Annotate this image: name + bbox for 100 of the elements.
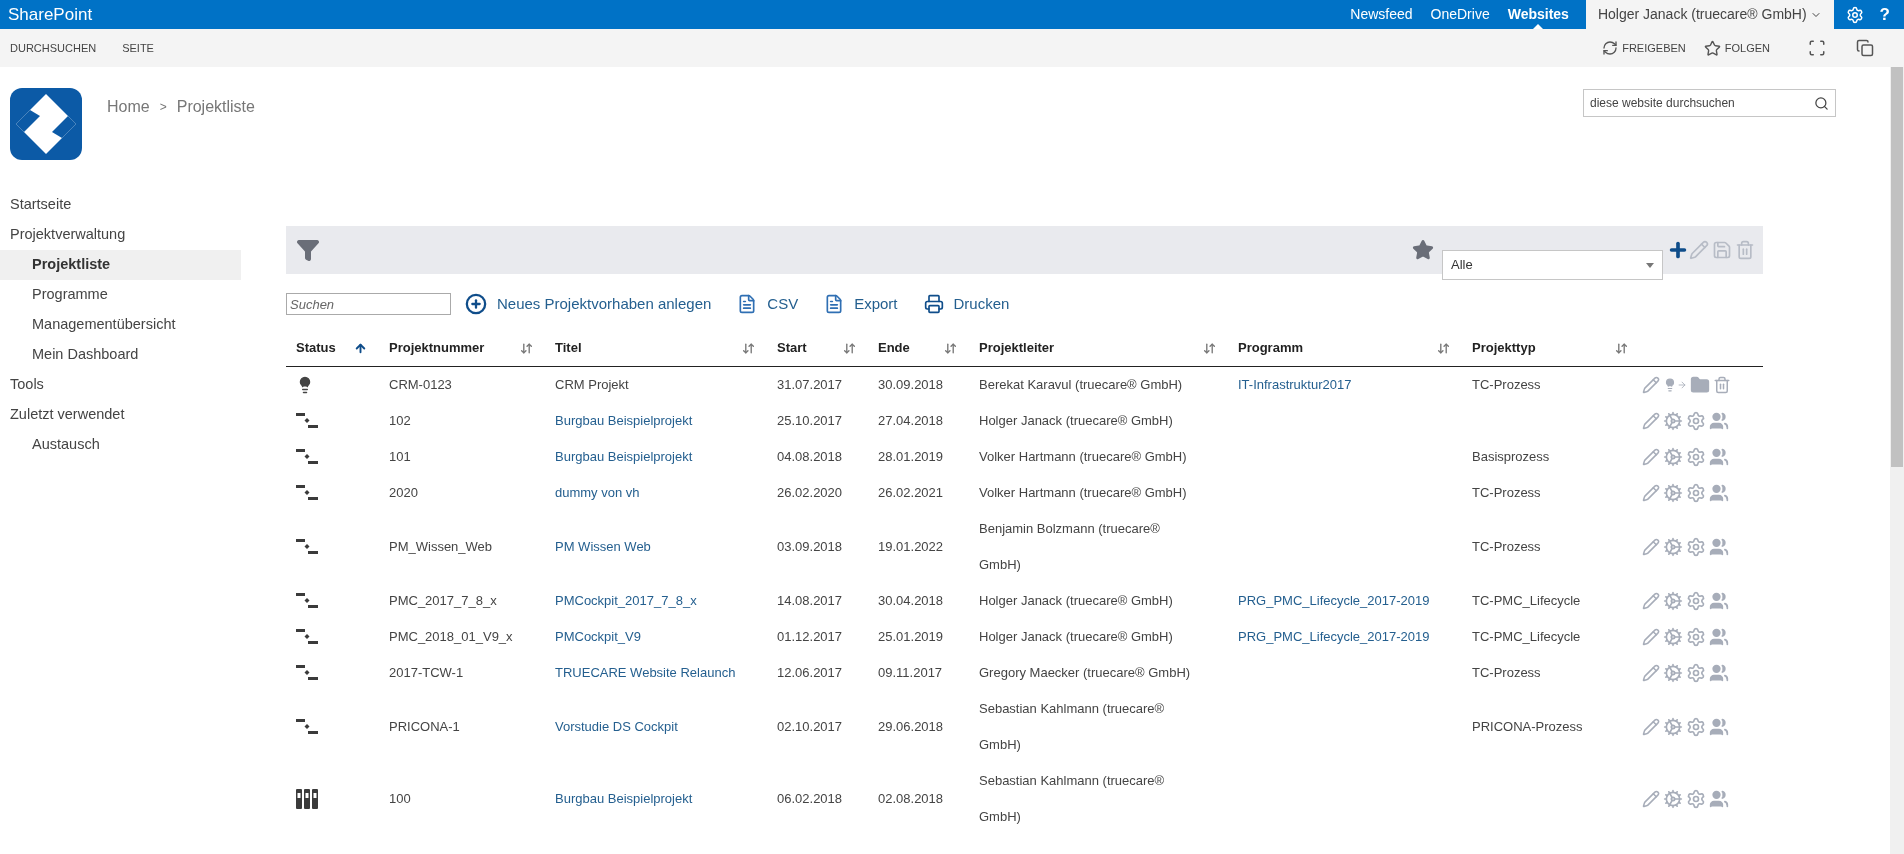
breadcrumb-link[interactable]: Home xyxy=(107,95,150,119)
site-logo[interactable] xyxy=(10,88,82,160)
gear-icon[interactable] xyxy=(1686,537,1706,557)
gears-icon[interactable] xyxy=(1663,537,1683,557)
project-link[interactable]: dummy von vh xyxy=(555,485,640,500)
sort-icon[interactable] xyxy=(1437,341,1450,355)
edit-icon[interactable] xyxy=(1642,448,1660,466)
column-header[interactable]: Projektleiter xyxy=(969,338,1228,358)
favorite-icon[interactable] xyxy=(1412,239,1434,261)
column-header[interactable]: Titel xyxy=(545,338,767,358)
sort-icon[interactable] xyxy=(1203,341,1216,355)
brand-name[interactable]: SharePoint xyxy=(8,1,93,28)
add-circle-icon[interactable] xyxy=(465,293,487,315)
team-icon[interactable] xyxy=(1709,789,1729,809)
toolbar-button[interactable]: CSV xyxy=(737,292,799,316)
search-icon[interactable] xyxy=(1814,95,1829,111)
search-field[interactable]: Suchen xyxy=(286,293,451,315)
ribbon-action[interactable]: FOLGEN xyxy=(1703,39,1770,57)
team-icon[interactable] xyxy=(1709,717,1729,737)
column-header[interactable]: Ende xyxy=(868,338,969,358)
add-icon[interactable] xyxy=(1667,239,1689,261)
nav-item[interactable]: Tools xyxy=(0,370,241,400)
column-header[interactable]: Projektnummer xyxy=(379,338,545,358)
gears-icon[interactable] xyxy=(1663,483,1683,503)
gear-icon[interactable] xyxy=(1686,483,1706,503)
project-link[interactable]: PMCockpit_V9 xyxy=(555,629,641,644)
help-button[interactable]: ? xyxy=(1879,1,1890,28)
gear-icon[interactable] xyxy=(1686,591,1706,611)
save-icon[interactable] xyxy=(1712,240,1732,260)
gear-icon[interactable] xyxy=(1686,789,1706,809)
embed-icon[interactable] xyxy=(1856,39,1874,57)
program-link[interactable]: PRG_PMC_Lifecycle_2017-2019 xyxy=(1238,593,1430,608)
project-link[interactable]: PMCockpit_2017_7_8_x xyxy=(555,593,697,608)
edit-icon[interactable] xyxy=(1642,484,1660,502)
sort-icon[interactable] xyxy=(520,341,533,355)
toolbar-button[interactable]: Drucken xyxy=(923,292,1010,316)
user-menu[interactable]: Holger Janack (truecare® GmbH) xyxy=(1585,0,1834,29)
project-link[interactable]: PM Wissen Web xyxy=(555,539,651,554)
project-link[interactable]: Vorstudie DS Cockpit xyxy=(555,719,678,734)
gears-icon[interactable] xyxy=(1663,789,1683,809)
team-icon[interactable] xyxy=(1709,591,1729,611)
csv-file-icon[interactable] xyxy=(737,294,758,314)
toolbar-button[interactable]: Neues Projektvorhaben anlegen xyxy=(465,292,712,316)
ribbon-tab[interactable]: SEITE xyxy=(122,39,154,57)
project-link[interactable]: Burgbau Beispielprojekt xyxy=(555,791,693,806)
team-icon[interactable] xyxy=(1709,411,1729,431)
column-header[interactable]: Status xyxy=(286,338,379,358)
program-link[interactable]: PRG_PMC_Lifecycle_2017-2019 xyxy=(1238,629,1430,644)
star-icon[interactable] xyxy=(1703,39,1721,57)
delete-icon[interactable] xyxy=(1713,376,1731,394)
convert-idea-icon[interactable] xyxy=(1663,378,1687,392)
team-icon[interactable] xyxy=(1709,627,1729,647)
nav-subitem[interactable]: Programme xyxy=(0,280,241,310)
printer-icon[interactable] xyxy=(923,294,944,314)
pdf-file-icon[interactable] xyxy=(824,294,845,314)
filter-icon[interactable] xyxy=(296,238,320,262)
gear-icon[interactable] xyxy=(1686,663,1706,683)
gear-icon[interactable] xyxy=(1686,411,1706,431)
gear-icon[interactable] xyxy=(1686,627,1706,647)
gears-icon[interactable] xyxy=(1663,447,1683,467)
site-search-field[interactable]: diese website durchsuchen xyxy=(1583,89,1836,117)
delete-icon[interactable] xyxy=(1735,240,1755,260)
sort-ascending-icon[interactable] xyxy=(354,341,367,355)
share-icon[interactable] xyxy=(1602,40,1619,56)
site-search-input[interactable]: diese website durchsuchen xyxy=(1590,94,1814,112)
nav-item[interactable]: Zuletzt verwendet xyxy=(0,400,241,430)
ribbon-action[interactable]: FREIGEBEN xyxy=(1602,39,1686,57)
toolbar-button[interactable]: Export xyxy=(824,292,898,316)
column-header[interactable]: Projekttyp xyxy=(1462,338,1640,358)
gears-icon[interactable] xyxy=(1663,717,1683,737)
column-header[interactable]: Programm xyxy=(1228,338,1462,358)
edit-icon[interactable] xyxy=(1642,664,1660,682)
gears-icon[interactable] xyxy=(1663,591,1683,611)
nav-subitem[interactable]: Managementübersicht xyxy=(0,310,241,340)
sort-icon[interactable] xyxy=(742,341,755,355)
suite-link[interactable]: Newsfeed xyxy=(1341,0,1422,29)
team-icon[interactable] xyxy=(1709,537,1729,557)
edit-icon[interactable] xyxy=(1642,790,1660,808)
edit-icon[interactable] xyxy=(1642,538,1660,556)
sort-icon[interactable] xyxy=(944,341,957,355)
gear-icon[interactable] xyxy=(1686,447,1706,467)
focus-icon[interactable] xyxy=(1808,39,1826,57)
gears-icon[interactable] xyxy=(1663,411,1683,431)
gear-icon[interactable] xyxy=(1686,717,1706,737)
nav-subitem[interactable]: Mein Dashboard xyxy=(0,340,241,370)
program-link[interactable]: IT-Infrastruktur2017 xyxy=(1238,377,1352,392)
nav-item[interactable]: Startseite xyxy=(0,190,241,220)
team-icon[interactable] xyxy=(1709,663,1729,683)
nav-subitem[interactable]: Austausch xyxy=(0,430,241,460)
gears-icon[interactable] xyxy=(1663,627,1683,647)
scrollbar[interactable] xyxy=(1890,67,1904,854)
edit-icon[interactable] xyxy=(1642,628,1660,646)
edit-icon[interactable] xyxy=(1642,718,1660,736)
nav-subitem[interactable]: Projektliste xyxy=(0,250,241,280)
edit-icon[interactable] xyxy=(1642,592,1660,610)
project-link[interactable]: Burgbau Beispielprojekt xyxy=(555,449,693,464)
project-link[interactable]: Burgbau Beispielprojekt xyxy=(555,413,693,428)
column-header[interactable]: Start xyxy=(767,338,868,358)
settings-icon[interactable] xyxy=(1845,5,1864,24)
gears-icon[interactable] xyxy=(1663,663,1683,683)
